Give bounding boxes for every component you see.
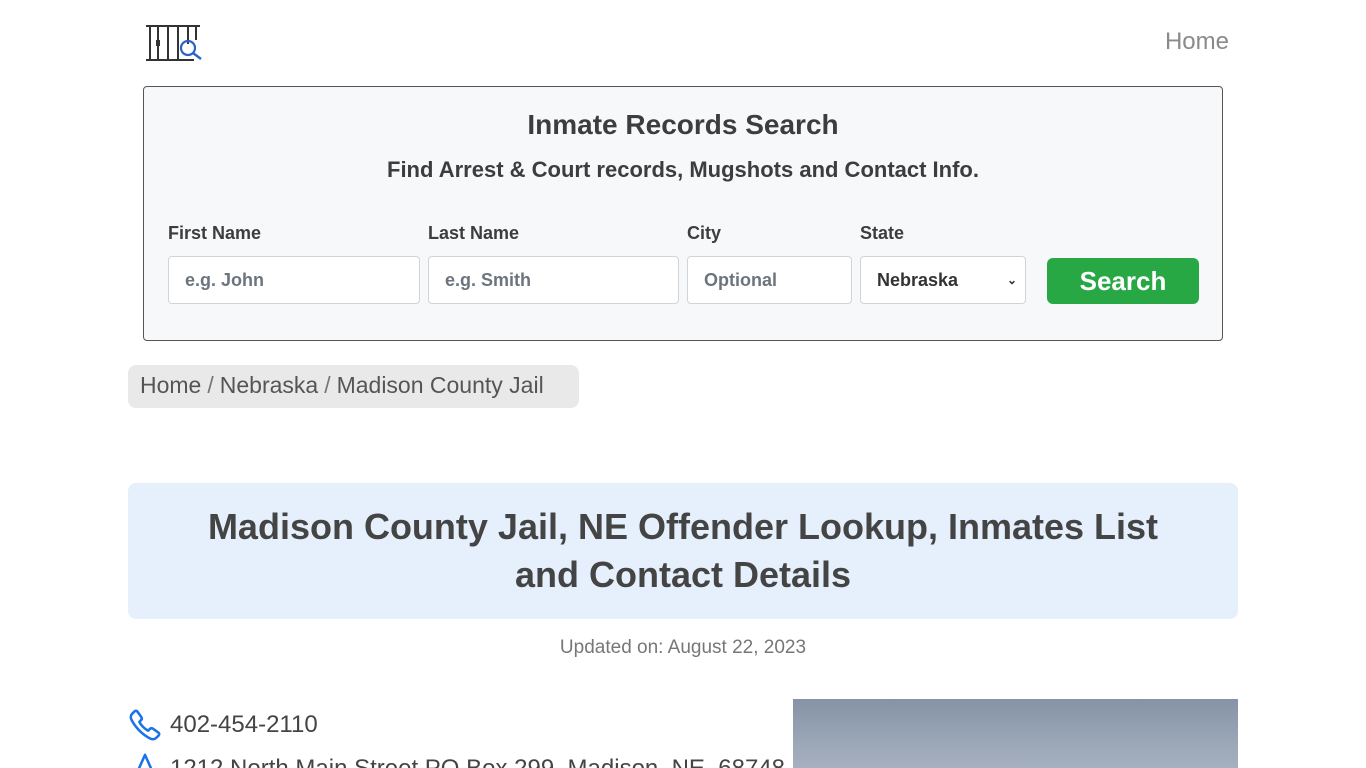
phone-number[interactable]: 402-454-2110 — [170, 711, 318, 739]
first-name-input[interactable] — [168, 256, 420, 304]
city-input[interactable] — [687, 256, 852, 304]
search-panel-title: Inmate Records Search — [527, 109, 839, 140]
location-icon — [137, 753, 153, 768]
first-name-label: First Name — [168, 223, 262, 243]
jail-photo — [793, 699, 1238, 768]
breadcrumb-current[interactable]: Madison County Jail — [337, 372, 544, 398]
breadcrumb: Home / Nebraska / Madison County Jail — [128, 365, 579, 408]
breadcrumb-separator: / — [207, 372, 214, 398]
search-button[interactable]: Search — [1047, 258, 1199, 304]
address-row: 1212 North Main Street PO Box 299, Madis… — [128, 752, 785, 768]
jail-logo-icon[interactable] — [144, 22, 206, 64]
breadcrumb-separator: / — [324, 372, 331, 398]
search-panel: Inmate Records Search Find Arrest & Cour… — [143, 86, 1223, 341]
state-select[interactable]: Nebraska ⌄ — [860, 256, 1026, 304]
state-select-value: Nebraska — [877, 269, 959, 290]
page: Home Inmate Records Search Find Arrest &… — [0, 0, 1366, 768]
address-text: 1212 North Main Street PO Box 299, Madis… — [170, 755, 785, 768]
phone-row: 402-454-2110 — [128, 708, 318, 742]
search-panel-subtitle: Find Arrest & Court records, Mugshots an… — [387, 157, 979, 182]
chevron-down-icon: ⌄ — [1006, 273, 1017, 287]
breadcrumb-home[interactable]: Home — [140, 372, 201, 398]
breadcrumb-nebraska[interactable]: Nebraska — [220, 372, 318, 398]
state-label: State — [860, 223, 905, 243]
last-name-input[interactable] — [428, 256, 679, 304]
hero-banner: Madison County Jail, NE Offender Lookup,… — [128, 483, 1238, 619]
nav-home-link[interactable]: Home — [1165, 28, 1229, 56]
updated-date: Updated on: August 22, 2023 — [559, 637, 807, 658]
city-label: City — [687, 223, 722, 243]
last-name-label: Last Name — [428, 223, 520, 243]
page-title: Madison County Jail, NE Offender Lookup,… — [207, 506, 1159, 595]
phone-icon — [129, 709, 161, 741]
